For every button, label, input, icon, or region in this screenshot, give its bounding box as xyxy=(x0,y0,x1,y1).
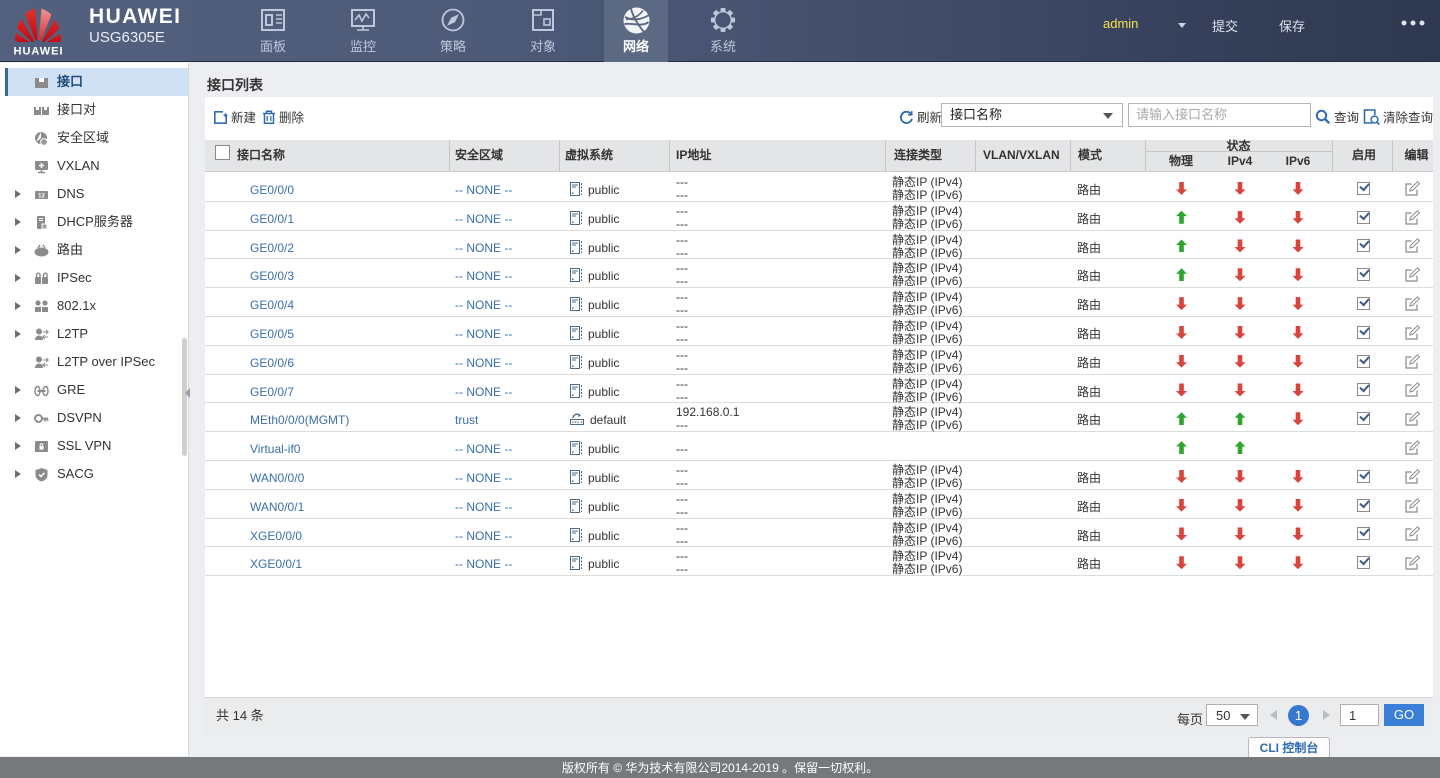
svg-text:HUAWEI: HUAWEI xyxy=(14,46,62,58)
svg-text:12: 12 xyxy=(38,194,45,200)
